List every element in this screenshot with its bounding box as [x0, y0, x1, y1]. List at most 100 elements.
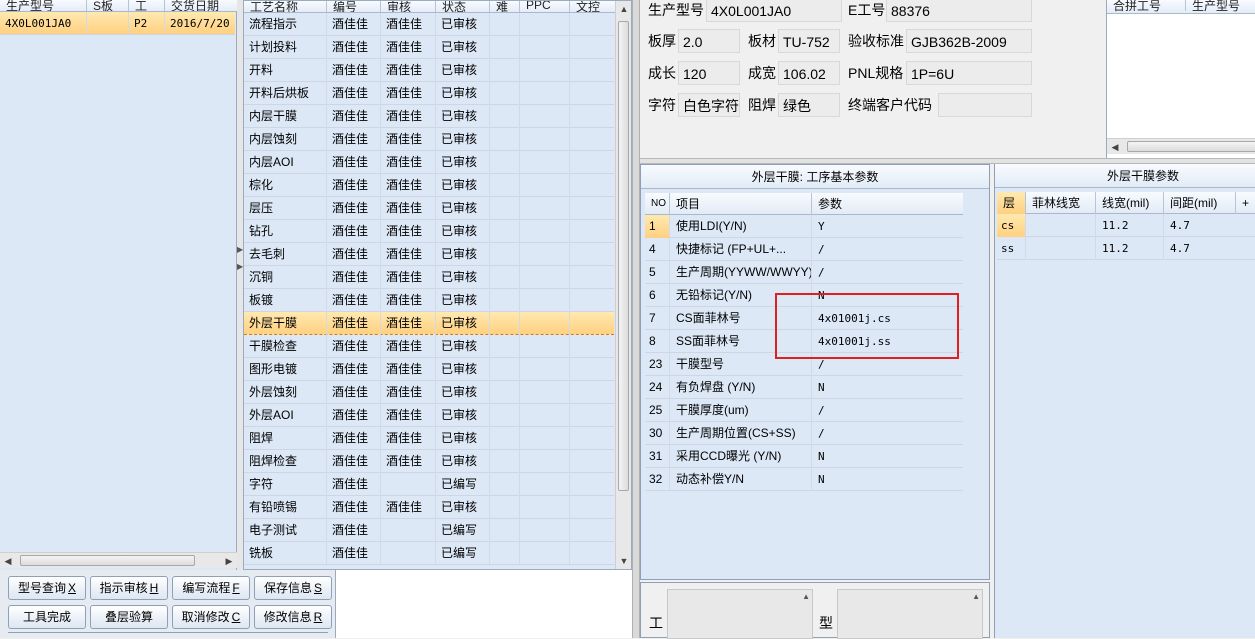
- process-row[interactable]: 棕化 酒佳佳 酒佳佳 已审核: [244, 174, 614, 197]
- scroll-down-icon[interactable]: ▼: [616, 553, 632, 569]
- process-row[interactable]: 内层AOI 酒佳佳 酒佳佳 已审核: [244, 151, 614, 174]
- process-row[interactable]: 外层干膜 酒佳佳 酒佳佳 已审核: [244, 312, 614, 335]
- col-header-date[interactable]: 交货日期: [164, 0, 237, 11]
- col-header-doc[interactable]: 文控: [569, 1, 616, 12]
- col-header-name[interactable]: 工艺名称: [244, 1, 326, 12]
- param-row[interactable]: 31 采用CCD曝光 (Y/N) N: [645, 445, 963, 468]
- review-cell: 酒佳佳: [380, 358, 435, 381]
- scroll-up-icon[interactable]: ▲: [802, 592, 810, 601]
- param-row[interactable]: 32 动态补偿Y/N N: [645, 468, 963, 491]
- param-row[interactable]: 25 干膜厚度(um) /: [645, 399, 963, 422]
- col-header-review[interactable]: 审核: [380, 1, 435, 12]
- button-row2-2[interactable]: 取消修改 C: [172, 605, 250, 629]
- name-cell: 棕化: [249, 178, 274, 192]
- param-row[interactable]: 24 有负焊盘 (Y/N) N: [645, 376, 963, 399]
- model-row[interactable]: 4X0L001JA0 P2 2016/7/20: [0, 12, 235, 35]
- char-field[interactable]: 白色字符: [678, 93, 740, 117]
- process-row[interactable]: 开料 酒佳佳 酒佳佳 已审核: [244, 59, 614, 82]
- process-row[interactable]: 层压 酒佳佳 酒佳佳 已审核: [244, 197, 614, 220]
- process-row[interactable]: 计划投料 酒佳佳 酒佳佳 已审核: [244, 36, 614, 59]
- eno-field[interactable]: 88376: [886, 0, 1032, 22]
- scroll-thumb[interactable]: [618, 21, 629, 491]
- process-row[interactable]: 铣板 酒佳佳 已编写: [244, 542, 614, 565]
- process-grid-vscroll[interactable]: ▲ ▼: [615, 1, 631, 569]
- col-header-film[interactable]: 菲林线宽: [1025, 192, 1095, 214]
- button-row1-2[interactable]: 编写流程 F: [172, 576, 250, 600]
- button-row1-3[interactable]: 保存信息 S: [254, 576, 332, 600]
- col-header-difficulty[interactable]: 难: [489, 1, 519, 12]
- col-header-gap[interactable]: 间距(mil): [1163, 192, 1235, 214]
- film-row[interactable]: cs 11.2 4.7: [997, 214, 1255, 237]
- scroll-up-icon[interactable]: ▲: [616, 1, 632, 17]
- col-header-layer[interactable]: 层: [997, 192, 1025, 214]
- scroll-thumb[interactable]: [20, 555, 195, 566]
- param-no-cell: 8: [649, 334, 656, 348]
- process-row[interactable]: 干膜检查 酒佳佳 酒佳佳 已审核: [244, 335, 614, 358]
- process-row[interactable]: 流程指示 酒佳佳 酒佳佳 已审核: [244, 13, 614, 36]
- param-row[interactable]: 4 快捷标记 (FP+UL+... /: [645, 238, 963, 261]
- pnl-field[interactable]: 1P=6U: [906, 61, 1032, 85]
- standard-field[interactable]: GJB362B-2009: [906, 29, 1032, 53]
- process-row[interactable]: 去毛刺 酒佳佳 酒佳佳 已审核: [244, 243, 614, 266]
- process-row[interactable]: 阻焊检查 酒佳佳 酒佳佳 已审核: [244, 450, 614, 473]
- review-cell: 酒佳佳: [380, 128, 435, 151]
- process-row[interactable]: 内层蚀刻 酒佳佳 酒佳佳 已审核: [244, 128, 614, 151]
- status-cell: 已审核: [435, 174, 489, 197]
- customer-field[interactable]: [938, 93, 1032, 117]
- name-cell: 图形电镀: [249, 362, 298, 376]
- col-header-merge-no[interactable]: 合拼工号: [1107, 0, 1185, 13]
- col-header-model[interactable]: 生产型号: [0, 0, 86, 11]
- col-header-item[interactable]: 项目: [669, 193, 811, 215]
- film-row[interactable]: ss 11.2 4.7: [997, 237, 1255, 260]
- col-header-no[interactable]: NO: [645, 193, 669, 215]
- process-row[interactable]: 图形电镀 酒佳佳 酒佳佳 已审核: [244, 358, 614, 381]
- mask-field[interactable]: 绿色: [778, 93, 840, 117]
- col-header-code[interactable]: 编号: [326, 1, 380, 12]
- thickness-field[interactable]: 2.0: [678, 29, 740, 53]
- process-row[interactable]: 钻孔 酒佳佳 酒佳佳 已审核: [244, 220, 614, 243]
- col-header-more[interactable]: +: [1235, 192, 1255, 214]
- work-textarea[interactable]: ▲: [667, 589, 813, 639]
- col-header-param[interactable]: 参数: [811, 193, 963, 215]
- process-row[interactable]: 外层蚀刻 酒佳佳 酒佳佳 已审核: [244, 381, 614, 404]
- col-header-ppc[interactable]: PPC: [519, 1, 569, 12]
- param-row[interactable]: 5 生产周期(YYWW/WWYY) /: [645, 261, 963, 284]
- main-splitter[interactable]: [632, 0, 640, 638]
- process-row[interactable]: 阻焊 酒佳佳 酒佳佳 已审核: [244, 427, 614, 450]
- process-row[interactable]: 板镀 酒佳佳 酒佳佳 已审核: [244, 289, 614, 312]
- button-row1-0[interactable]: 型号查询 X: [8, 576, 86, 600]
- scroll-up-icon[interactable]: ▲: [972, 592, 980, 601]
- scroll-right-icon[interactable]: ▶: [221, 553, 237, 569]
- process-row[interactable]: 沉铜 酒佳佳 酒佳佳 已审核: [244, 266, 614, 289]
- process-row[interactable]: 电子测试 酒佳佳 已编写: [244, 519, 614, 542]
- button-row1-1[interactable]: 指示审核 H: [90, 576, 168, 600]
- button-row2-0[interactable]: 工具完成: [8, 605, 86, 629]
- param-row[interactable]: 30 生产周期位置(CS+SS) /: [645, 422, 963, 445]
- button-row2-1[interactable]: 叠层验算: [90, 605, 168, 629]
- process-row[interactable]: 字符 酒佳佳 已编写: [244, 473, 614, 496]
- col-header-merge-model[interactable]: 生产型号: [1185, 0, 1255, 13]
- model-field[interactable]: 4X0L001JA0: [706, 0, 842, 22]
- col-header-width[interactable]: 线宽(mil): [1095, 192, 1163, 214]
- scroll-left-icon[interactable]: ◀: [0, 553, 16, 569]
- button-label: 编写流程: [182, 581, 231, 595]
- width-field[interactable]: 106.02: [778, 61, 840, 85]
- scroll-thumb[interactable]: [1127, 141, 1255, 152]
- type-textarea[interactable]: ▲: [837, 589, 983, 639]
- material-field[interactable]: TU-752: [778, 29, 840, 53]
- process-row[interactable]: 开料后烘板 酒佳佳 酒佳佳 已审核: [244, 82, 614, 105]
- type-label: 型: [819, 615, 833, 631]
- model-grid-hscroll[interactable]: ◀ ▶: [0, 552, 237, 568]
- col-header-g[interactable]: 工: [128, 0, 164, 11]
- col-header-status[interactable]: 状态: [435, 1, 489, 12]
- process-row[interactable]: 外层AOI 酒佳佳 酒佳佳 已审核: [244, 404, 614, 427]
- button-row2-3[interactable]: 修改信息 R: [254, 605, 332, 629]
- process-row[interactable]: 有铅喷锡 酒佳佳 酒佳佳 已审核: [244, 496, 614, 519]
- length-field[interactable]: 120: [678, 61, 740, 85]
- process-row[interactable]: 内层干膜 酒佳佳 酒佳佳 已审核: [244, 105, 614, 128]
- col-header-s[interactable]: S板: [86, 0, 128, 11]
- diff-cell: [489, 312, 519, 335]
- scroll-left-icon[interactable]: ◀: [1107, 139, 1123, 155]
- merge-grid-hscroll[interactable]: ◀: [1107, 138, 1255, 154]
- param-row[interactable]: 1 使用LDI(Y/N) Y: [645, 215, 963, 238]
